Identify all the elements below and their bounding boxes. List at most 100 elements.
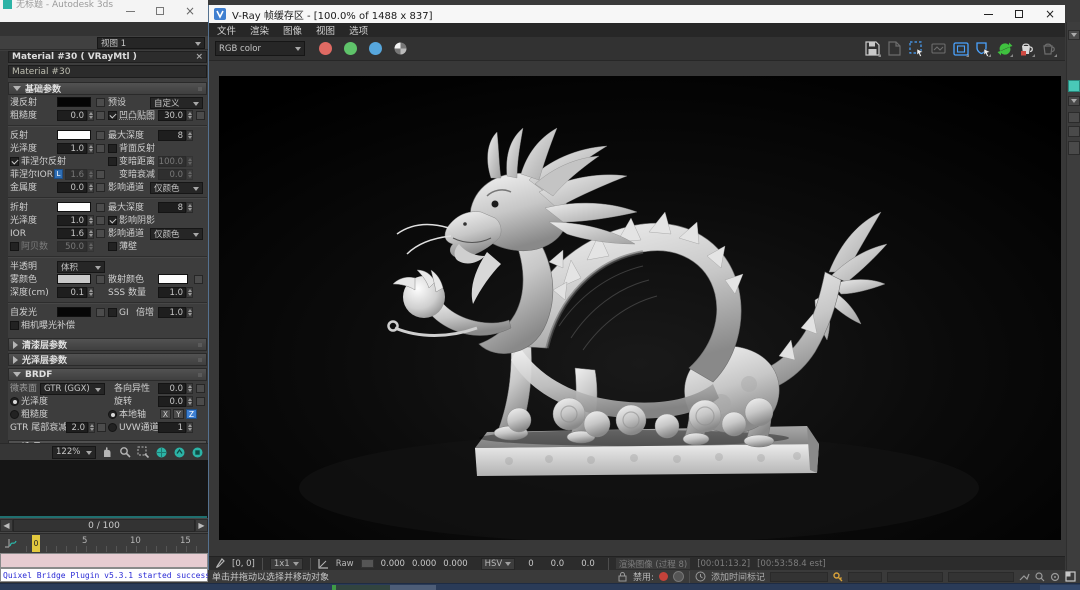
region-render-icon[interactable] <box>908 40 925 57</box>
taskbar-app-hover[interactable] <box>390 585 436 590</box>
glossiness-field[interactable]: 1.0 <box>57 143 87 154</box>
menu-image[interactable]: 图像 <box>283 23 302 37</box>
spinner[interactable] <box>186 156 193 167</box>
pixel-ratio-dropdown[interactable]: 1x1 <box>270 558 303 570</box>
prev-frame-button[interactable]: ◀ <box>0 519 13 532</box>
material-name-field[interactable]: Material #30 <box>8 65 207 78</box>
spinner[interactable] <box>88 422 95 433</box>
zoom-icon[interactable] <box>118 445 132 459</box>
refract-color-swatch[interactable] <box>57 202 91 212</box>
color-space-icon[interactable] <box>318 558 329 569</box>
layout-all-icon[interactable] <box>172 445 186 459</box>
reflect-color-swatch[interactable] <box>57 130 91 140</box>
multiplier-field[interactable]: 1.0 <box>158 307 186 318</box>
local-axis-radio[interactable] <box>108 410 117 419</box>
load-image-icon[interactable] <box>886 40 903 57</box>
spinner[interactable] <box>87 143 94 154</box>
menu-render[interactable]: 渲染 <box>250 23 269 37</box>
dim-falloff-field[interactable]: 0.0 <box>158 169 186 180</box>
roughness-radio[interactable] <box>10 410 19 419</box>
backside-checkbox[interactable] <box>108 144 117 153</box>
scatter-color-swatch[interactable] <box>158 274 188 284</box>
spinner[interactable] <box>186 110 193 121</box>
green-channel-icon[interactable] <box>344 42 357 55</box>
object-color-swatch[interactable] <box>1068 80 1080 92</box>
pan-hand-icon[interactable] <box>100 445 114 459</box>
pixel-picker-icon[interactable] <box>215 558 225 569</box>
uvw-channel-field[interactable]: 1 <box>158 422 186 433</box>
orbit-view-icon[interactable] <box>1050 572 1060 582</box>
spinner[interactable] <box>186 287 193 298</box>
taskbar-tray[interactable] <box>1040 585 1080 590</box>
maximize-button[interactable] <box>148 3 172 19</box>
depth-field[interactable]: 0.1 <box>57 287 87 298</box>
roughness-field[interactable]: 0.0 <box>57 110 87 121</box>
maximize-button[interactable] <box>1004 5 1034 23</box>
fresnel-checkbox[interactable] <box>10 157 19 166</box>
spinner[interactable] <box>186 396 193 407</box>
thin-walled-checkbox[interactable] <box>108 242 117 251</box>
close-button[interactable]: × <box>1035 5 1065 23</box>
sss-amount-field[interactable]: 1.0 <box>158 287 186 298</box>
grid-field[interactable] <box>848 572 882 582</box>
rollout-coat[interactable]: 清漆层参数 <box>8 338 207 351</box>
rotation-field[interactable]: 0.0 <box>158 396 186 407</box>
fresnel-ior-lock-button[interactable]: L <box>54 169 63 179</box>
save-image-icon[interactable] <box>864 40 881 57</box>
refr-glossiness-field[interactable]: 1.0 <box>57 215 87 226</box>
gi-checkbox[interactable] <box>108 308 117 317</box>
spinner[interactable] <box>186 307 193 318</box>
spinner[interactable] <box>87 215 94 226</box>
map-slot-button[interactable] <box>196 384 205 393</box>
uvw-channel-radio[interactable] <box>108 423 117 432</box>
rollout-brdf[interactable]: BRDF <box>8 368 207 381</box>
monochrome-icon[interactable] <box>394 42 407 55</box>
show-grid-icon[interactable] <box>154 445 168 459</box>
bump-checkbox[interactable] <box>108 111 117 120</box>
record-dot-icon[interactable] <box>659 572 668 581</box>
dim-distance-field[interactable]: 100.0 <box>158 156 186 167</box>
next-frame-button[interactable]: ▶ <box>195 519 208 532</box>
glossiness-radio[interactable] <box>10 397 19 406</box>
map-slot-button[interactable] <box>96 170 105 179</box>
rollout-sheen[interactable]: 光泽层参数 <box>8 353 207 366</box>
dropdown-button[interactable] <box>1068 30 1080 40</box>
mini-curve-editor-icon[interactable] <box>4 537 20 552</box>
preset-dropdown[interactable]: 自定义 <box>150 97 203 109</box>
fresnel-ior-field[interactable]: 1.6 <box>65 169 87 180</box>
windows-taskbar[interactable] <box>0 583 1080 590</box>
ipr-debug-shade-icon[interactable] <box>974 40 991 57</box>
metalness-field[interactable]: 0.0 <box>57 182 87 193</box>
max-depth-field[interactable]: 8 <box>158 202 186 213</box>
panel-button[interactable] <box>1068 126 1080 137</box>
abbe-checkbox[interactable] <box>10 242 19 251</box>
map-slot-button[interactable] <box>196 111 205 120</box>
translucency-dropdown[interactable]: 体积 <box>57 261 105 273</box>
taskbar-app-active[interactable] <box>336 585 390 590</box>
material-preview-icon[interactable] <box>190 445 204 459</box>
channel-dropdown[interactable]: RGB color <box>215 41 305 56</box>
rollout-basic-params[interactable]: 基础参数 <box>8 82 207 95</box>
close-icon[interactable]: × <box>195 52 203 62</box>
vfb-titlebar[interactable]: V-Ray 帧缓存区 - [100.0% of 1488 x 837] × <box>209 5 1065 23</box>
color-clamp-icon[interactable] <box>930 40 947 57</box>
affect-channels-dropdown[interactable]: 仅颜色 <box>150 228 203 240</box>
spinner[interactable] <box>186 383 193 394</box>
camera-compensation-checkbox[interactable] <box>10 321 19 330</box>
spinner-stack[interactable] <box>1068 141 1080 155</box>
spinner[interactable] <box>186 422 193 433</box>
minimize-button[interactable] <box>118 3 142 19</box>
affect-channels-dropdown[interactable]: 仅颜色 <box>150 182 203 194</box>
set-key-button[interactable] <box>887 572 943 582</box>
map-slot-button[interactable] <box>96 183 105 192</box>
minimize-button[interactable] <box>973 5 1003 23</box>
spinner[interactable] <box>87 241 94 252</box>
maximize-viewport-icon[interactable] <box>1065 571 1076 582</box>
time-slider-marker[interactable]: 0 <box>32 535 40 552</box>
map-slot-button[interactable] <box>194 275 203 284</box>
spinner[interactable] <box>87 182 94 193</box>
spinner[interactable] <box>87 110 94 121</box>
maxscript-listener-line[interactable]: Quixel Bridge Plugin v5.3.1 started succ… <box>0 568 208 582</box>
diffuse-color-swatch[interactable] <box>57 97 91 107</box>
material-header[interactable]: Material #30 ( VRayMtl ) × <box>8 51 207 63</box>
